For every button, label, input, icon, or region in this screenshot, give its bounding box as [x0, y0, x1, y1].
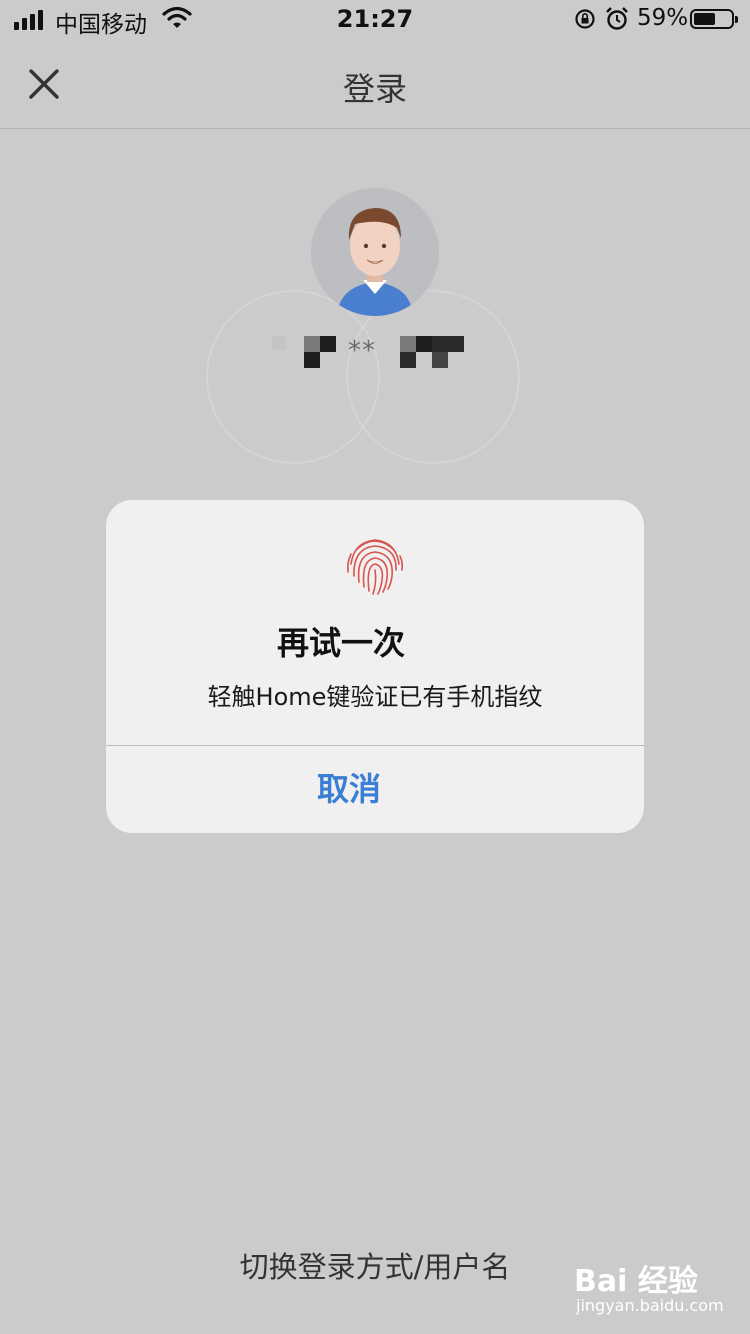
avatar-icon: [311, 188, 439, 316]
cancel-button[interactable]: 取消: [106, 746, 592, 833]
status-bar: 中国移动 21:27 59%: [0, 0, 750, 40]
username-label: **: [348, 336, 376, 366]
background-decoration: [346, 290, 520, 464]
navigation-bar: 登录: [0, 40, 750, 129]
dialog-message: 轻触Home键验证已有手机指纹: [207, 683, 543, 711]
page-title: 登录: [342, 70, 407, 108]
watermark: Bai 经验 jingyan.baidu.com: [574, 1256, 724, 1320]
watermark-url: jingyan.baidu.com: [576, 1296, 724, 1315]
alarm-icon: [606, 7, 628, 30]
battery-icon: [690, 9, 738, 29]
rotation-lock-icon: [575, 9, 595, 29]
battery-percent: 59%: [637, 5, 689, 31]
dialog-title: 再试一次: [276, 624, 405, 662]
avatar: [311, 188, 439, 316]
touch-id-dialog: 再试一次 轻触Home键验证已有手机指纹 取消: [106, 500, 644, 833]
watermark-logo: Bai 经验: [574, 1264, 698, 1299]
fingerprint-icon: [347, 539, 404, 595]
